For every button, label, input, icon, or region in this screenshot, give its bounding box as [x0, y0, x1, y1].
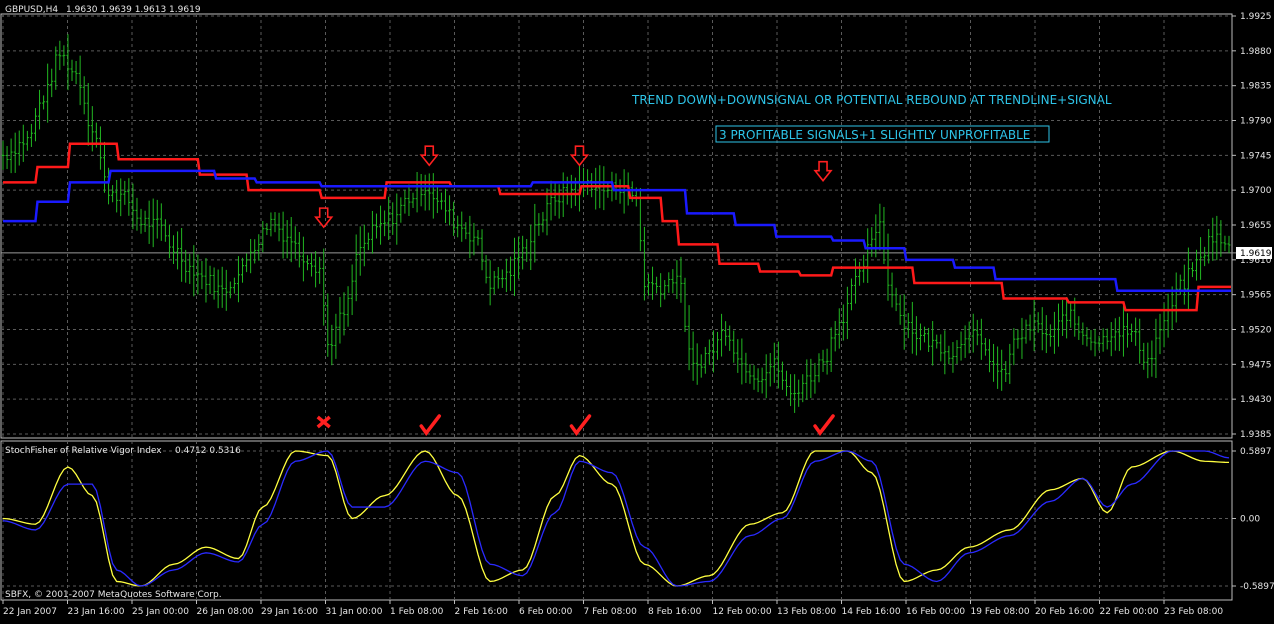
annotation-signals: 3 PROFITABLE SIGNALS+1 SLIGHTLY UNPROFIT…: [719, 128, 1030, 142]
x-tick-label: 2 Feb 16:00: [455, 607, 509, 617]
blue-trend-line: [3, 169, 1231, 293]
x-tick-label: 7 Feb 08:00: [584, 607, 638, 617]
y-tick-label: 1.9790: [1240, 117, 1272, 127]
y-tick-label: 1.9520: [1240, 326, 1272, 336]
loss-cross-mark: [316, 415, 331, 429]
y-tick-label: 1.9385: [1240, 430, 1272, 440]
y-tick-label: 1.9565: [1240, 291, 1272, 301]
x-tick-label: 20 Feb 16:00: [1035, 607, 1094, 617]
price-pane-frame: [0, 13, 1233, 439]
sell-arrow: [314, 207, 334, 229]
x-tick-label: 31 Jan 00:00: [326, 607, 383, 617]
x-tick-label: 12 Feb 00:00: [713, 607, 772, 617]
y-tick-label: 1.9655: [1240, 221, 1272, 231]
annotation-trend: TREND DOWN+DOWNSIGNAL OR POTENTIAL REBOU…: [631, 93, 1112, 107]
x-tick-label: 8 Feb 16:00: [648, 607, 702, 617]
x-tick-label: 1 Feb 08:00: [390, 607, 444, 617]
x-tick-label: 16 Feb 00:00: [906, 607, 965, 617]
profit-check-mark: [813, 414, 835, 436]
x-tick-label: 6 Feb 00:00: [519, 607, 573, 617]
trend-lines: [3, 142, 1231, 312]
red-trend-line: [3, 142, 1231, 312]
x-tick-label: 22 Jan 2007: [3, 607, 57, 617]
y-tick-label: 1.9880: [1240, 47, 1272, 57]
indicator-values: 0.4712 0.5316: [175, 446, 241, 456]
y-tick-label: 1.9430: [1240, 395, 1272, 405]
x-tick-label: 25 Jan 00:00: [132, 607, 189, 617]
y-tick-label: 1.9700: [1240, 186, 1272, 196]
y-tick-label: 1.9835: [1240, 82, 1272, 92]
price-bars: [1, 34, 1231, 413]
x-tick-label: 26 Jan 08:00: [197, 607, 254, 617]
ind-y-tick-label: 0.5897: [1240, 447, 1272, 457]
x-tick-label: 13 Feb 08:00: [777, 607, 836, 617]
x-tick-label: 19 Feb 08:00: [971, 607, 1030, 617]
y-tick-label: 1.9475: [1240, 360, 1272, 370]
profit-check-mark: [419, 414, 442, 436]
y-tick-label: 1.9745: [1240, 151, 1272, 161]
x-tick-label: 29 Jan 16:00: [261, 607, 318, 617]
ind-y-tick-label: -0.5897: [1240, 582, 1274, 592]
x-tick-label: 23 Feb 08:00: [1164, 607, 1223, 617]
sell-arrow: [813, 160, 833, 182]
chart-header-symbol: GBPUSD,H4: [5, 5, 58, 15]
chart-header-ohlc: 1.9630 1.9639 1.9613 1.9619: [66, 5, 201, 15]
current-price-tag: 1.9619: [1240, 249, 1272, 259]
chart-window: 1.9925 1.9880 1.9835 1.9790 1.9745 1.9700 1.96…: [0, 0, 1274, 620]
indicator-name: StochFisher of Relative Vigor Index: [5, 446, 162, 456]
price-chart-svg[interactable]: 1.9925 1.9880 1.9835 1.9790 1.9745 1.9700 1.96…: [0, 0, 1274, 620]
ind-y-tick-label: 0.00: [1240, 515, 1260, 525]
x-tick-label: 14 Feb 16:00: [842, 607, 901, 617]
profit-check-mark: [569, 414, 592, 436]
copyright-text: SBFX, © 2001-2007 MetaQuotes Software Co…: [5, 590, 222, 600]
indicator-pane-frame: [0, 440, 1233, 601]
x-tick-label: 23 Jan 16:00: [68, 607, 125, 617]
x-tick-label: 22 Feb 00:00: [1100, 607, 1159, 617]
y-tick-label: 1.9925: [1240, 12, 1272, 22]
